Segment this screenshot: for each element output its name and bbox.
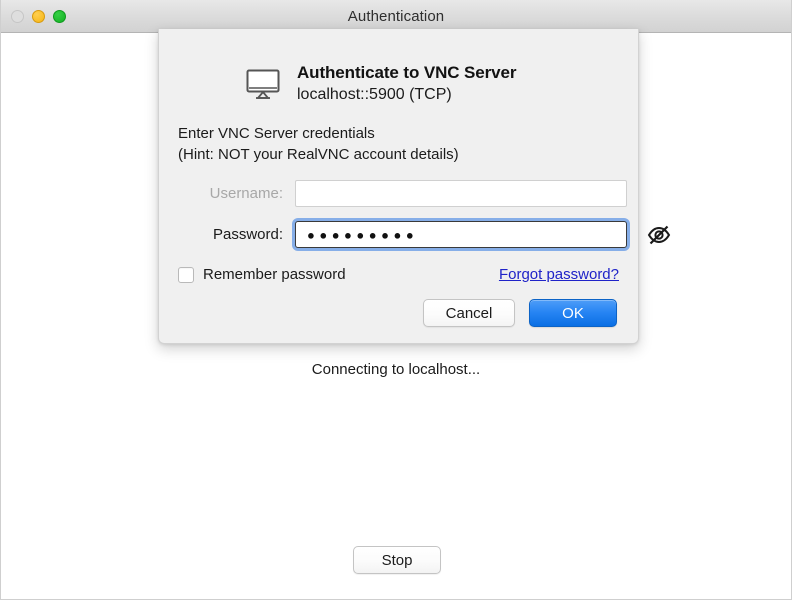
checkbox-box[interactable]: [178, 266, 194, 283]
traffic-lights: [11, 0, 66, 32]
dialog-title: Authenticate to VNC Server: [297, 63, 517, 82]
password-input-wrapper: ●●●●●●●●●: [295, 221, 627, 249]
password-label: Password:: [212, 226, 283, 244]
remember-password-checkbox[interactable]: Remember password: [178, 266, 346, 283]
minimize-window-button[interactable]: [32, 9, 45, 23]
dialog-subtitle: localhost::5900 (TCP): [297, 86, 452, 104]
close-window-button[interactable]: [11, 9, 24, 23]
window-title: Authentication: [347, 7, 445, 25]
authentication-window: Authentication Connecting to localhost..…: [0, 0, 792, 600]
remember-forgot-row: Remember password Forgot password?: [159, 266, 638, 283]
password-row: Password: ●●●●●●●●●: [159, 221, 671, 249]
cancel-button[interactable]: Cancel: [423, 299, 515, 328]
username-input[interactable]: [295, 180, 627, 208]
window-content: Connecting to localhost... Stop Authenti…: [1, 29, 791, 599]
connection-status-text: Connecting to localhost...: [311, 361, 481, 378]
dialog-heading: Authenticate to VNC Server localhost::59…: [297, 63, 517, 105]
stop-button[interactable]: Stop: [353, 546, 441, 574]
dialog-button-bar: Cancel OK: [159, 283, 638, 328]
eye-slash-icon[interactable]: [647, 223, 671, 247]
username-label: Username:: [209, 185, 283, 203]
monitor-icon: [245, 68, 281, 100]
username-row: Username:: [159, 180, 638, 208]
password-input[interactable]: [295, 221, 627, 249]
instructions-line-1: Enter VNC Server credentials: [178, 124, 375, 142]
maximize-window-button[interactable]: [53, 9, 66, 23]
ok-button[interactable]: OK: [529, 299, 617, 328]
authentication-dialog: Authenticate to VNC Server localhost::59…: [158, 29, 671, 345]
forgot-password-link[interactable]: Forgot password?: [499, 266, 619, 283]
remember-password-label: Remember password: [203, 266, 346, 284]
instructions-line-2: (Hint: NOT your RealVNC account details): [178, 146, 459, 164]
dialog-instructions: Enter VNC Server credentials (Hint: NOT …: [159, 111, 638, 167]
dialog-header: Authenticate to VNC Server localhost::59…: [159, 29, 638, 111]
